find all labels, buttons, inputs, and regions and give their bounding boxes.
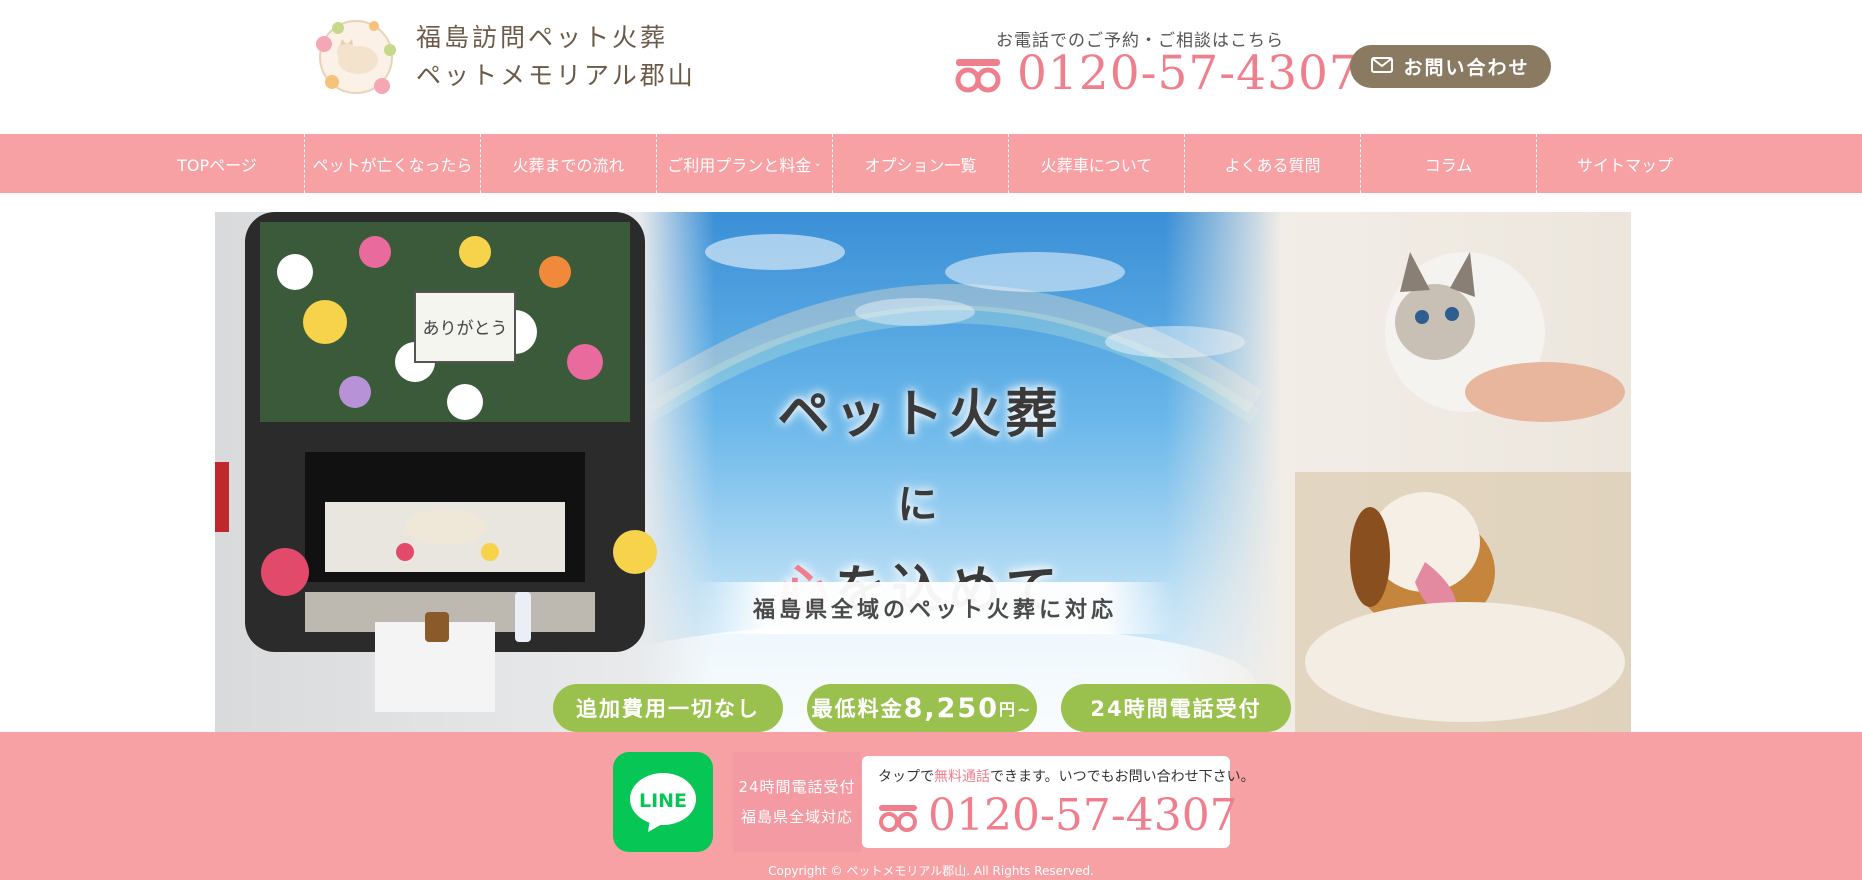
header-phone-link[interactable]: 0120-57-4307: [1017, 46, 1360, 101]
nav-item-options[interactable]: オプション一覧: [833, 134, 1009, 193]
copyright: Copyright © ペットメモリアル郡山. All Rights Reser…: [768, 864, 1094, 878]
header-contact: お電話でのご予約・ご相談はこちら 0120-57-4307: [955, 24, 1359, 104]
freedial-icon: [955, 58, 1001, 94]
global-nav: TOPページ ペットが亡くなったら 火葬までの流れ ご利用プランと料金 ⌄ オプシ…: [0, 134, 1862, 193]
footer-phone-link[interactable]: 0120-57-4307: [928, 790, 1238, 841]
nav-item-after-death[interactable]: ペットが亡くなったら: [305, 134, 481, 193]
cremation-van-image: ありがとう: [215, 212, 715, 732]
nav-item-column[interactable]: コラム: [1361, 134, 1537, 193]
inquiry-button-label: お問い合わせ: [1403, 57, 1530, 79]
nav-item-vehicle[interactable]: 火葬車について: [1009, 134, 1185, 193]
nav-item-sitemap[interactable]: サイトマップ: [1537, 134, 1713, 193]
nav-item-flow[interactable]: 火葬までの流れ: [481, 134, 657, 193]
footer-info-line2: 福島県全域対応: [740, 808, 853, 826]
hero-banner: ありがとう ペット火葬に 福島県全域のペット火葬に対応 追加費用一切なし 最低料…: [215, 212, 1631, 732]
site-header: 福島訪問ペット火葬 ペットメモリアル郡山 お電話でのご予約・ご相談はこちら 01…: [0, 0, 1862, 133]
freedial-icon: [878, 804, 918, 834]
nav-item-faq[interactable]: よくある質問: [1185, 134, 1361, 193]
badge-24h-phone: 24時間電話受付: [1061, 684, 1291, 732]
nav-item-plans[interactable]: ご利用プランと料金 ⌄: [657, 134, 833, 193]
chevron-down-icon: ⌄: [813, 158, 822, 169]
logo-line1: 福島訪問ペット火葬: [416, 23, 669, 52]
badge-no-extra-fee: 追加費用一切なし: [553, 684, 783, 732]
line-button[interactable]: LINE: [613, 752, 713, 852]
line-icon: LINE: [630, 773, 696, 832]
footer-info-line1: 24時間電話受付: [738, 778, 856, 796]
svg-text:LINE: LINE: [639, 790, 687, 812]
badge-minimum-price: 最低料金 8,250 円~: [807, 684, 1037, 732]
nav-list: TOPページ ペットが亡くなったら 火葬までの流れ ご利用プランと料金 ⌄ オプシ…: [130, 134, 1713, 193]
tel-caption: タップで無料通話できます。いつでもお問い合わせ下さい。: [878, 769, 1255, 785]
footer-service-info: 24時間電話受付 福島県全域対応: [733, 752, 861, 852]
site-logo[interactable]: 福島訪問ペット火葬 ペットメモリアル郡山: [310, 14, 720, 100]
site-footer: LINE 24時間電話受付 福島県全域対応 タップで無料通話できます。いつでもお…: [0, 732, 1862, 880]
page: 福島訪問ペット火葬 ペットメモリアル郡山 お電話でのご予約・ご相談はこちら 01…: [0, 0, 1862, 880]
cat-and-dog-image: [1165, 212, 1631, 732]
mail-icon: [1371, 56, 1394, 78]
hero-subtitle: 福島県全域のペット火葬に対応: [695, 582, 1175, 634]
feature-badges: 追加費用一切なし 最低料金 8,250 円~ 24時間電話受付: [553, 684, 1315, 732]
nav-item-top[interactable]: TOPページ: [130, 134, 305, 193]
footer-tel-panel[interactable]: タップで無料通話できます。いつでもお問い合わせ下さい。 0120-57-4307: [862, 756, 1255, 848]
inquiry-button[interactable]: お問い合わせ: [1350, 45, 1551, 88]
logo-line2: ペットメモリアル郡山: [416, 61, 696, 90]
svg-text:ありがとう: ありがとう: [423, 319, 508, 339]
flower-cat-logo-icon: [310, 14, 402, 100]
